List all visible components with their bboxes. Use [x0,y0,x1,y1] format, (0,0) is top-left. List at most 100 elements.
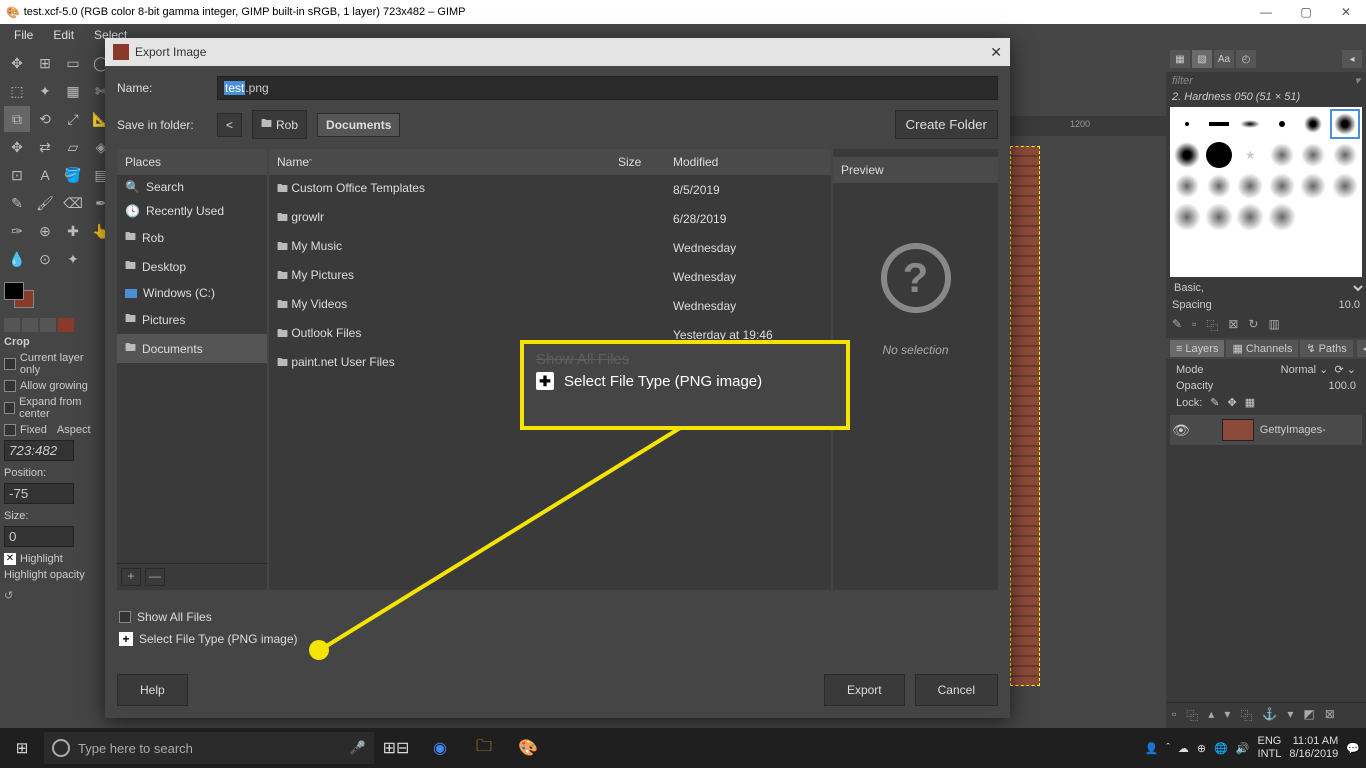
new-layer-icon[interactable]: ▫ [1172,707,1176,724]
tool-ink[interactable]: ✑ [4,218,30,244]
checkbox[interactable] [4,358,16,370]
layer-name[interactable]: GettyImages- [1260,424,1326,436]
place-recent[interactable]: 🕓Recently Used [117,199,267,223]
taskbar-search[interactable]: Type here to search 🎤 [44,732,374,764]
tool-pencil[interactable]: ✎ [4,190,30,216]
file-row[interactable]: 🖿 My MusicWednesday [269,233,831,262]
tool-clone[interactable]: ⊕ [32,218,58,244]
layer-group-icon[interactable]: ⿻ [1186,707,1198,724]
opacity-value[interactable]: 100.0 [1328,380,1356,392]
brush-item[interactable] [1204,109,1235,139]
brush-item[interactable] [1204,202,1235,232]
path-back-button[interactable]: < [217,113,242,137]
brush-item[interactable] [1172,109,1203,139]
tab-layers[interactable]: ≡Layers [1170,340,1224,357]
mode-value[interactable]: Normal [1281,364,1316,376]
tool-path[interactable]: ✦ [60,246,86,272]
brush-item-selected[interactable] [1330,109,1361,139]
raise-layer-icon[interactable]: ▴ [1208,707,1214,724]
panel-menu-icon[interactable]: ◂ [1342,50,1362,68]
dialog-titlebar[interactable]: Export Image ✕ [105,38,1010,66]
tab-icon[interactable] [58,318,74,332]
spacing-value[interactable]: 10.0 [1339,299,1360,311]
tab-patterns-icon[interactable]: ▨ [1192,50,1212,68]
mic-icon[interactable]: 🎤 [350,740,366,756]
place-search[interactable]: 🔍Search [117,175,267,199]
filter-tags-icon[interactable]: ▾ [1354,74,1360,87]
brush-item[interactable] [1172,171,1203,201]
size-input[interactable] [4,526,74,547]
lock-alpha-icon[interactable]: ▦ [1245,396,1255,409]
start-button[interactable]: ⊞ [0,739,44,757]
checkbox[interactable] [4,424,16,436]
maximize-button[interactable]: ▢ [1286,5,1326,19]
places-header[interactable]: Places [117,149,267,175]
task-view-icon[interactable]: ⊞⊟ [374,728,418,768]
close-tag-icon[interactable]: ✕ [4,553,16,565]
tool-heal[interactable]: ✚ [60,218,86,244]
file-row[interactable]: 🖿 My PicturesWednesday [269,262,831,291]
tool-handle[interactable]: ⊡ [4,162,30,188]
layer-row[interactable]: 👁 GettyImages- [1170,415,1362,445]
open-brush-icon[interactable]: ▥ [1268,317,1279,334]
lower-layer-icon[interactable]: ▾ [1224,707,1230,724]
checkbox[interactable] [4,402,15,414]
col-name[interactable]: Nameˆ [277,155,618,169]
cancel-button[interactable]: Cancel [915,674,998,706]
menu-file[interactable]: File [4,26,43,44]
tab-brushes-icon[interactable]: ▦ [1170,50,1190,68]
canvas-image[interactable] [1010,146,1040,686]
visibility-icon[interactable]: 👁 [1172,422,1190,439]
mask-layer-icon[interactable]: ◩ [1303,707,1314,724]
tab-icon[interactable] [22,318,38,332]
brush-item[interactable] [1298,140,1329,170]
filename-input[interactable]: test.png [217,76,998,100]
brush-item[interactable] [1330,140,1361,170]
file-row[interactable]: 🖿 My VideosWednesday [269,291,831,320]
edit-brush-icon[interactable]: ✎ [1172,317,1182,334]
chrome-icon[interactable]: ◉ [418,728,462,768]
tray-volume-icon[interactable]: 🔊 [1236,742,1250,755]
place-windows-c[interactable]: Windows (C:) [117,281,267,305]
col-modified[interactable]: Modified [673,155,823,169]
brush-item[interactable] [1204,171,1235,201]
lock-position-icon[interactable]: ✥ [1228,396,1237,409]
tray-onedrive-icon[interactable]: ☁ [1178,742,1189,755]
panel-menu-icon[interactable]: ◂ [1357,340,1366,357]
help-button[interactable]: Help [117,674,188,706]
place-rob[interactable]: 🖿Rob [117,223,267,252]
fg-bg-colors[interactable] [4,282,44,312]
file-row[interactable]: 🖿 Custom Office Templates8/5/2019 [269,175,831,204]
delete-brush-icon[interactable]: ⊠ [1228,317,1238,334]
tool-brush[interactable]: 🖌 [32,190,58,216]
reset-icon[interactable]: ↺ [4,589,106,602]
brush-item[interactable] [1204,140,1235,170]
brush-item[interactable] [1267,171,1298,201]
tool-fuzzy-select[interactable]: ✦ [32,78,58,104]
tool-align[interactable]: ⊞ [32,50,58,76]
file-row[interactable]: 🖿 growlr6/28/2019 [269,204,831,233]
brush-item[interactable] [1172,202,1203,232]
select-file-type-expander[interactable]: +Select File Type (PNG image) [119,628,996,650]
duplicate-layer-icon[interactable]: ⿻ [1240,707,1252,724]
tab-history-icon[interactable]: ◴ [1236,50,1256,68]
brush-item[interactable] [1330,171,1361,201]
brush-item[interactable]: ★ [1235,140,1266,170]
brush-item[interactable] [1235,171,1266,201]
tool-rotate[interactable]: ⟲ [32,106,58,132]
tray-clock[interactable]: 11:01 AM8/16/2019 [1289,735,1338,761]
brush-preset-select[interactable]: Basic, [1166,279,1366,297]
tool-color-select[interactable]: ▦ [60,78,86,104]
lock-pixels-icon[interactable]: ✎ [1210,396,1219,409]
delete-layer-icon[interactable]: ⊠ [1325,707,1335,724]
tool-flip[interactable]: ⇄ [32,134,58,160]
tool-crop[interactable]: ⧉ [4,106,30,132]
create-folder-button[interactable]: Create Folder [895,110,999,139]
tool-dodge[interactable]: ⊙ [32,246,58,272]
tool-perspective[interactable]: ▱ [60,134,86,160]
close-button[interactable]: ✕ [1326,5,1366,19]
tray-security-icon[interactable]: ⊕ [1197,742,1206,755]
tray-up-icon[interactable]: ˆ [1166,742,1170,754]
brush-item[interactable] [1298,171,1329,201]
brush-item[interactable] [1267,202,1298,232]
